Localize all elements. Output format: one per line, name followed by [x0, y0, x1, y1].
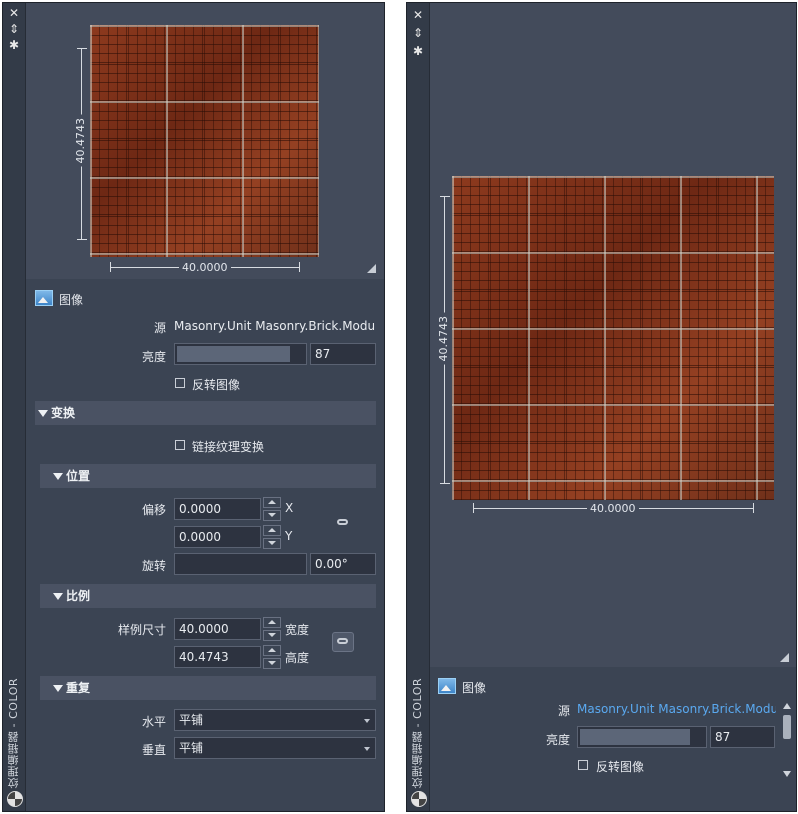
brick-texture-image — [452, 176, 774, 500]
transform-section-header[interactable]: 变换 — [35, 401, 376, 425]
texture-editor-palette-left: ✕ ⇕ ✱ 纹理编辑器 - COLOR 40.0000 40.4743 图像 源… — [2, 2, 385, 812]
brick-texture-image — [90, 25, 319, 257]
invert-image-checkbox[interactable] — [175, 378, 185, 388]
invert-image-label: 反转图像 — [596, 760, 645, 774]
horizontal-repeat-value: 平铺 — [179, 713, 204, 727]
palette-title: 纹理编辑器 - COLOR — [7, 678, 20, 789]
brightness-slider[interactable] — [577, 726, 707, 748]
palette-title-strip: ✕ ⇕ ✱ 纹理编辑器 - COLOR — [407, 3, 430, 811]
app-icon[interactable] — [411, 791, 427, 807]
scale-section-header[interactable]: 比例 — [40, 584, 376, 608]
brightness-slider[interactable] — [174, 343, 307, 365]
rotation-value-field[interactable]: 0.00° — [310, 553, 376, 575]
close-icon[interactable]: ✕ — [407, 8, 429, 22]
link-icon[interactable] — [332, 632, 354, 652]
image-icon — [438, 678, 456, 694]
palette-title-strip: ✕ ⇕ ✱ 纹理编辑器 - COLOR — [3, 3, 26, 811]
preview-width-dimension: 40.0000 — [179, 261, 231, 274]
properties-scrollbar[interactable] — [782, 703, 792, 781]
sample-height-label: 高度 — [285, 651, 310, 665]
preview-height-dimension: 40.4743 — [437, 313, 450, 365]
pin-icon[interactable]: ⇕ — [407, 26, 429, 40]
sample-width-label: 宽度 — [285, 623, 310, 637]
texture-editor-palette-right: ✕ ⇕ ✱ 纹理编辑器 - COLOR 40.0000 40.4743 图像 源… — [406, 2, 797, 812]
close-icon[interactable]: ✕ — [3, 6, 25, 20]
preview-width-dimension: 40.0000 — [587, 502, 639, 515]
palette-body: 40.0000 40.4743 图像 源 Masonry.Unit Masonr… — [430, 3, 796, 811]
resize-grip[interactable] — [367, 264, 376, 273]
settings-icon[interactable]: ✱ — [407, 44, 429, 58]
source-label: 源 — [557, 704, 570, 718]
image-section-heading: 图像 — [59, 292, 84, 307]
pin-icon[interactable]: ⇕ — [3, 22, 25, 36]
offset-x-axis-label: X — [285, 501, 294, 515]
source-label: 源 — [153, 321, 166, 335]
texture-preview: 40.0000 40.4743 — [26, 3, 384, 279]
vertical-label: 垂直 — [141, 743, 166, 757]
sample-size-label: 样例尺寸 — [117, 623, 166, 637]
source-value[interactable]: Masonry.Unit Masonry.Brick.Modu — [174, 319, 384, 333]
scale-heading: 比例 — [66, 589, 91, 603]
vertical-repeat-value: 平铺 — [179, 741, 204, 755]
offset-x-field[interactable]: 0.0000 — [174, 498, 261, 520]
horizontal-label: 水平 — [141, 715, 166, 729]
repeat-section-header[interactable]: 重复 — [40, 676, 376, 700]
rotation-slider[interactable] — [174, 553, 307, 575]
brightness-value-field[interactable]: 87 — [710, 726, 775, 748]
sample-width-field[interactable]: 40.0000 — [174, 618, 261, 640]
brightness-value-field[interactable]: 87 — [310, 343, 376, 365]
source-value[interactable]: Masonry.Unit Masonry.Brick.Modu — [577, 702, 776, 716]
position-heading: 位置 — [66, 469, 91, 483]
offset-y-spinner[interactable] — [263, 525, 281, 549]
brightness-label: 亮度 — [545, 733, 570, 747]
rotation-label: 旋转 — [141, 559, 166, 573]
brightness-label: 亮度 — [141, 350, 166, 364]
sample-height-field[interactable]: 40.4743 — [174, 646, 261, 668]
image-icon — [35, 290, 53, 306]
chevron-down-icon — [364, 747, 370, 751]
sample-width-spinner[interactable] — [263, 617, 281, 641]
texture-preview: 40.0000 40.4743 — [430, 3, 796, 667]
palette-body: 40.0000 40.4743 图像 源 Masonry.Unit Masonr… — [26, 3, 384, 811]
chevron-down-icon — [364, 719, 370, 723]
offset-label: 偏移 — [141, 503, 166, 517]
offset-y-axis-label: Y — [285, 529, 293, 543]
invert-image-checkbox[interactable] — [578, 760, 588, 770]
app-icon[interactable] — [7, 791, 23, 807]
preview-height-dimension: 40.4743 — [74, 115, 87, 167]
link-transforms-label: 链接纹理变换 — [192, 440, 265, 454]
palette-title: 纹理编辑器 - COLOR — [411, 678, 424, 789]
transform-heading: 变换 — [51, 406, 76, 420]
sample-height-spinner[interactable] — [263, 645, 281, 669]
offset-x-spinner[interactable] — [263, 497, 281, 521]
offset-y-field[interactable]: 0.0000 — [174, 526, 261, 548]
position-section-header[interactable]: 位置 — [40, 464, 376, 488]
repeat-heading: 重复 — [66, 681, 91, 695]
settings-icon[interactable]: ✱ — [3, 38, 25, 52]
link-icon[interactable] — [332, 513, 354, 533]
image-section-heading: 图像 — [462, 681, 487, 695]
invert-image-label: 反转图像 — [192, 378, 241, 392]
horizontal-repeat-select[interactable]: 平铺 — [174, 709, 376, 731]
resize-grip[interactable] — [780, 653, 789, 662]
link-transforms-checkbox[interactable] — [175, 440, 185, 450]
vertical-repeat-select[interactable]: 平铺 — [174, 737, 376, 759]
